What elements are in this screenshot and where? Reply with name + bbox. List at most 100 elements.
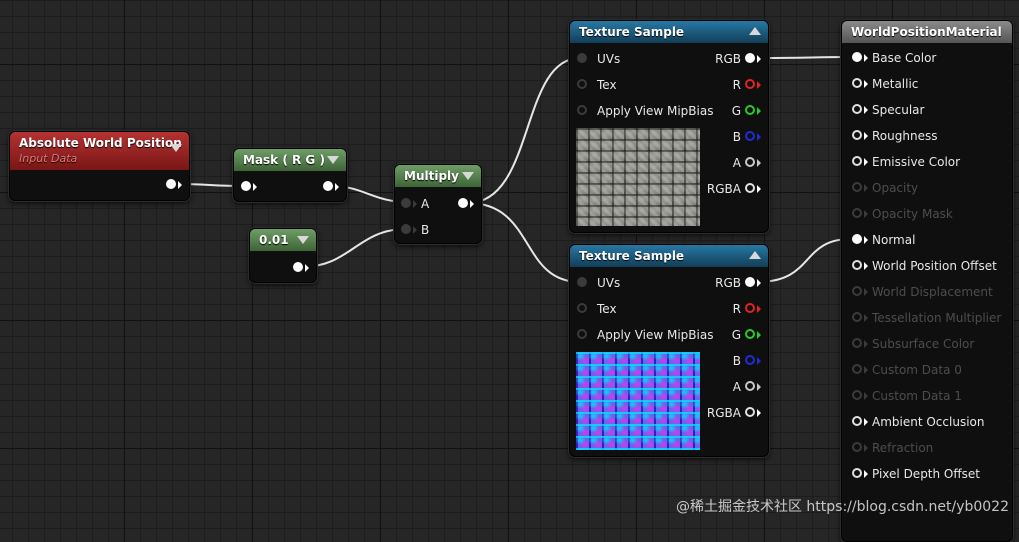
collapse-arrow-icon[interactable]: [462, 172, 474, 180]
material-pin-refraction[interactable]: Refraction: [842, 439, 1012, 457]
output-pin-rgb[interactable]: [745, 53, 755, 63]
input-pin[interactable]: [852, 78, 862, 88]
pin-row-rgba[interactable]: RGBA: [570, 404, 768, 422]
pin-row-rgba[interactable]: RGBA: [570, 180, 768, 198]
material-pin-metallic[interactable]: Metallic: [842, 75, 1012, 93]
pin-label: G: [731, 328, 741, 342]
input-pin[interactable]: [852, 182, 862, 192]
input-pin[interactable]: [852, 52, 862, 62]
material-pin-base-color[interactable]: Base Color: [842, 49, 1012, 67]
material-pin-world-position-offset[interactable]: World Position Offset: [842, 257, 1012, 275]
output-pin-b[interactable]: [745, 355, 755, 365]
input-pin[interactable]: [577, 303, 587, 313]
output-pin[interactable]: [458, 198, 468, 208]
input-pin[interactable]: [852, 416, 862, 426]
input-pin[interactable]: [401, 224, 411, 234]
pin-row-b[interactable]: B: [570, 352, 768, 370]
pin-row-uvs[interactable]: UVs RGB: [570, 274, 768, 292]
node-header[interactable]: Multiply: [395, 165, 481, 187]
node-header[interactable]: Mask ( R G ): [234, 149, 346, 171]
input-pin[interactable]: [401, 198, 411, 208]
input-pin[interactable]: [852, 130, 862, 140]
material-pin-tessellation-multiplier[interactable]: Tessellation Multiplier: [842, 309, 1012, 327]
material-pin-roughness[interactable]: Roughness: [842, 127, 1012, 145]
input-pin[interactable]: [852, 104, 862, 114]
mask-node[interactable]: Mask ( R G ): [233, 148, 347, 202]
input-pin[interactable]: [577, 277, 587, 287]
pin-row-uvs[interactable]: UVs RGB: [570, 50, 768, 68]
collapse-arrow-icon[interactable]: [749, 251, 761, 259]
pin-label: Emissive Color: [872, 155, 961, 169]
material-pin-specular[interactable]: Specular: [842, 101, 1012, 119]
material-pin-world-displacement[interactable]: World Displacement: [842, 283, 1012, 301]
input-pin[interactable]: [852, 156, 862, 166]
pin-row-mipbias[interactable]: Apply View MipBias G: [570, 102, 768, 120]
input-pin[interactable]: [852, 286, 862, 296]
collapse-arrow-icon[interactable]: [327, 156, 339, 164]
collapse-arrow-icon[interactable]: [297, 236, 309, 244]
pin-row-a[interactable]: A: [570, 378, 768, 396]
pin-row-tex[interactable]: Tex R: [570, 300, 768, 318]
pin-row-a[interactable]: A: [570, 154, 768, 172]
input-pin[interactable]: [241, 181, 251, 191]
output-pin-rgba[interactable]: [745, 407, 755, 417]
constant-node[interactable]: 0.01: [249, 228, 317, 283]
node-header[interactable]: WorldPositionMaterial: [842, 21, 1012, 43]
input-pin[interactable]: [852, 312, 862, 322]
node-header[interactable]: Absolute World Position Input Data: [10, 132, 189, 170]
input-pin[interactable]: [852, 390, 862, 400]
material-result-node[interactable]: WorldPositionMaterial Base Color Metalli…: [841, 20, 1013, 542]
texture-sample-node-2[interactable]: Texture Sample UVs RGB Tex R Apply View …: [569, 244, 769, 457]
output-pin-b[interactable]: [745, 131, 755, 141]
material-pin-emissive-color[interactable]: Emissive Color: [842, 153, 1012, 171]
node-header[interactable]: Texture Sample: [570, 21, 768, 43]
material-pin-subsurface-color[interactable]: Subsurface Color: [842, 335, 1012, 353]
input-pin[interactable]: [852, 338, 862, 348]
collapse-arrow-icon[interactable]: [170, 144, 182, 152]
output-pin-r[interactable]: [745, 303, 755, 313]
output-pin-rgba[interactable]: [745, 183, 755, 193]
output-pin-row[interactable]: [10, 176, 189, 194]
input-pin[interactable]: [577, 105, 587, 115]
pin-row-a[interactable]: A: [395, 195, 481, 213]
output-pin-a[interactable]: [745, 381, 755, 391]
absolute-world-position-node[interactable]: Absolute World Position Input Data: [9, 131, 190, 201]
input-pin[interactable]: [577, 79, 587, 89]
constant-value[interactable]: 0.01: [259, 233, 289, 247]
input-pin[interactable]: [852, 208, 862, 218]
material-pin-opacity[interactable]: Opacity: [842, 179, 1012, 197]
material-pin-ambient-occlusion[interactable]: Ambient Occlusion: [842, 413, 1012, 431]
material-pin-pixel-depth-offset[interactable]: Pixel Depth Offset: [842, 465, 1012, 483]
input-pin[interactable]: [852, 364, 862, 374]
output-pin-g[interactable]: [745, 329, 755, 339]
node-header[interactable]: Texture Sample: [570, 245, 768, 267]
output-pin-r[interactable]: [745, 79, 755, 89]
input-pin[interactable]: [577, 329, 587, 339]
texture-sample-node-1[interactable]: Texture Sample UVs RGB Tex R Apply View …: [569, 20, 769, 233]
output-pin-rgb[interactable]: [745, 277, 755, 287]
input-pin[interactable]: [852, 468, 862, 478]
output-pin-a[interactable]: [745, 157, 755, 167]
output-pin[interactable]: [166, 179, 176, 189]
pin-row-b[interactable]: B: [395, 221, 481, 239]
output-pin[interactable]: [293, 262, 303, 272]
input-pin[interactable]: [577, 53, 587, 63]
material-pin-normal[interactable]: Normal: [842, 231, 1012, 249]
input-pin[interactable]: [852, 260, 862, 270]
pin-row-b[interactable]: B: [570, 128, 768, 146]
pin-row-mipbias[interactable]: Apply View MipBias G: [570, 326, 768, 344]
material-pin-custom-data-0[interactable]: Custom Data 0: [842, 361, 1012, 379]
input-pin[interactable]: [852, 234, 862, 244]
pin-label: B: [732, 354, 741, 368]
pin-row-tex[interactable]: Tex R: [570, 76, 768, 94]
collapse-arrow-icon[interactable]: [749, 27, 761, 35]
multiply-node[interactable]: Multiply A B: [394, 164, 482, 244]
output-pin[interactable]: [323, 181, 333, 191]
material-pin-opacity-mask[interactable]: Opacity Mask: [842, 205, 1012, 223]
output-pin-row[interactable]: [250, 259, 316, 277]
output-pin-g[interactable]: [745, 105, 755, 115]
node-header[interactable]: 0.01: [250, 229, 316, 251]
material-pin-custom-data-1[interactable]: Custom Data 1: [842, 387, 1012, 405]
input-pin[interactable]: [852, 442, 862, 452]
pin-row[interactable]: [234, 178, 346, 196]
